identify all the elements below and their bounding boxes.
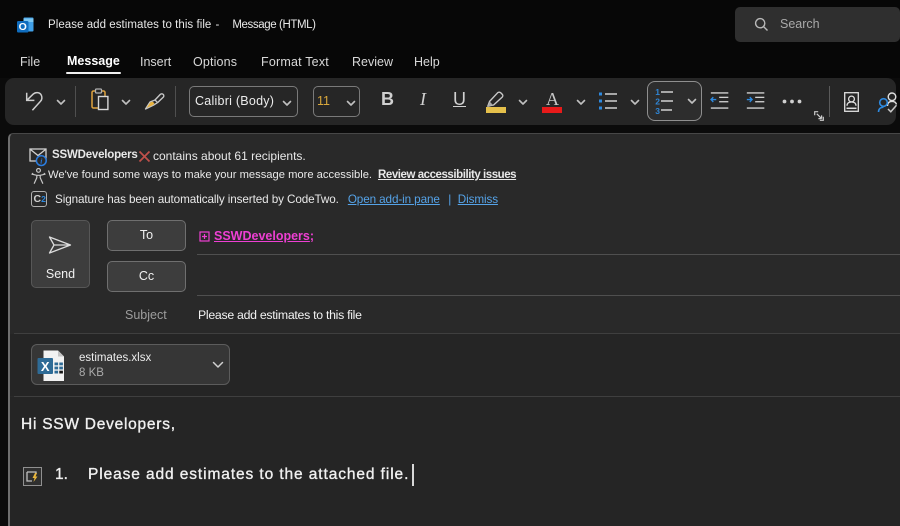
svg-text:1: 1 xyxy=(655,87,660,97)
svg-text:3: 3 xyxy=(655,106,660,115)
svg-text:2: 2 xyxy=(655,97,660,107)
svg-text:X: X xyxy=(41,359,50,374)
svg-text:O: O xyxy=(19,21,27,33)
